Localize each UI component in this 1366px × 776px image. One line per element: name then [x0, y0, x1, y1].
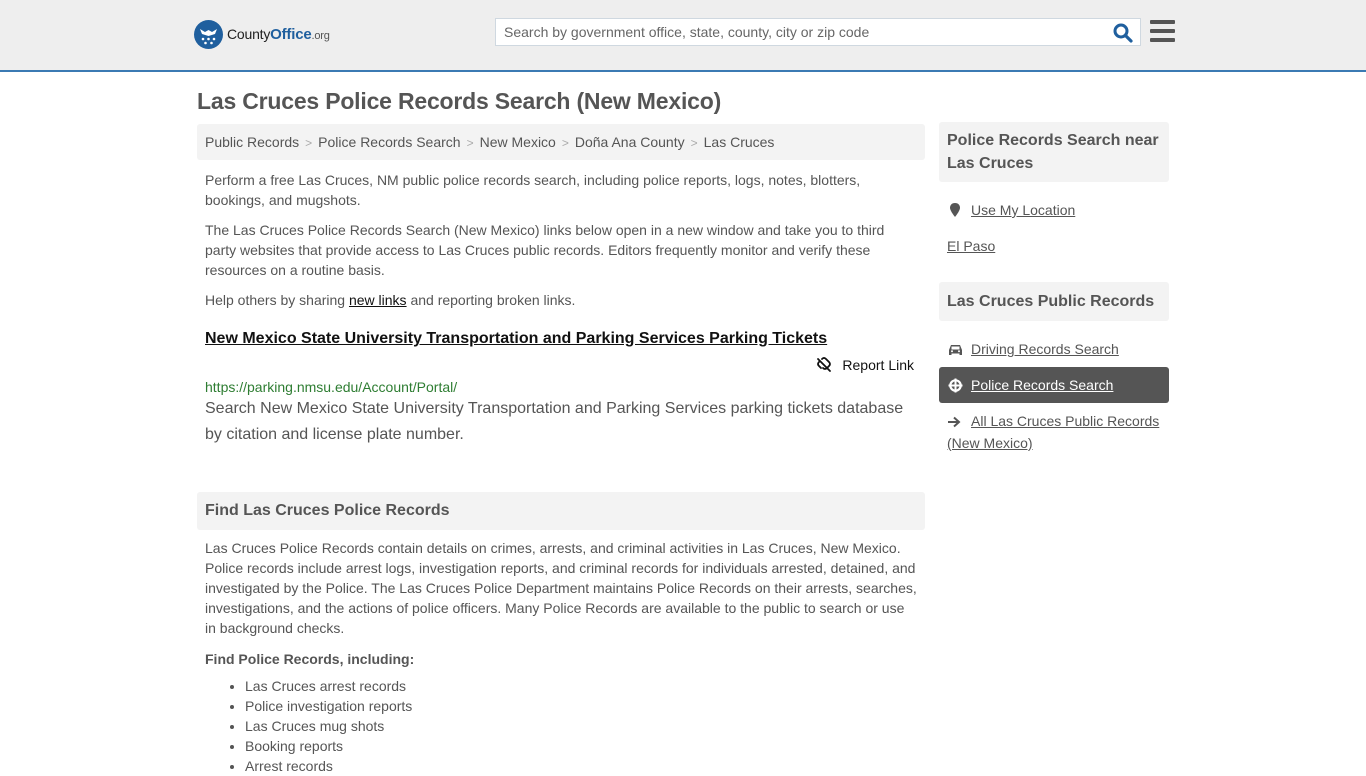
page-title: Las Cruces Police Records Search (New Me…: [197, 88, 722, 114]
list-item: Las Cruces arrest records: [245, 676, 917, 696]
breadcrumb-separator: >: [561, 136, 569, 150]
list-item: Booking reports: [245, 736, 917, 756]
menu-bar: [1150, 38, 1175, 42]
list-item: Arrest records: [245, 756, 917, 776]
intro-paragraph-3: Help others by sharing new links and rep…: [205, 292, 576, 308]
nearby-heading: Police Records Search near Las Cruces: [939, 122, 1169, 182]
breadcrumb-separator: >: [466, 136, 474, 150]
arrow-right-icon: [947, 413, 963, 433]
find-section-subheading: Find Police Records, including:: [205, 651, 415, 667]
result-item: New Mexico State University Transportati…: [197, 330, 925, 448]
use-my-location-link[interactable]: Use My Location: [971, 202, 1075, 218]
sidebar-item-driving-records[interactable]: Driving Records Search: [939, 339, 1169, 359]
new-links-link[interactable]: new links: [349, 292, 407, 308]
records-list: Las Cruces arrest records Police investi…: [205, 676, 917, 776]
driving-records-link[interactable]: Driving Records Search: [971, 341, 1119, 357]
breadcrumb: Public Records > Police Records Search > New…: [197, 124, 925, 160]
hamburger-menu-button[interactable]: [1150, 20, 1175, 42]
public-records-heading: Las Cruces Public Records: [939, 282, 1169, 321]
intro: Perform a free Las Cruces, NM public pol…: [197, 170, 925, 310]
main-content: Public Records > Police Records Search > New…: [197, 124, 925, 776]
el-paso-link[interactable]: El Paso: [947, 238, 995, 254]
broken-link-icon: [817, 357, 832, 372]
result-description: Search New Mexico State University Trans…: [205, 400, 904, 443]
menu-bar: [1150, 20, 1175, 24]
result-url[interactable]: https://parking.nmsu.edu/Account/Portal/: [205, 379, 917, 395]
breadcrumb-separator: >: [305, 136, 313, 150]
search-box: [495, 18, 1141, 46]
menu-bar: [1150, 29, 1175, 33]
list-item: Las Cruces mug shots: [245, 716, 917, 736]
breadcrumb-separator: >: [690, 136, 698, 150]
site-logo[interactable]: CountyOffice.org: [194, 20, 330, 49]
crosshair-icon: [947, 377, 963, 393]
list-item: Police investigation reports: [245, 696, 917, 716]
sidebar: Police Records Search near Las Cruces Us…: [939, 122, 1169, 453]
car-icon: [947, 341, 963, 357]
sidebar-item-all-records[interactable]: All Las Cruces Public Records (New Mexic…: [939, 411, 1169, 453]
logo-eagle-icon: [194, 20, 223, 49]
find-section-heading: Find Las Cruces Police Records: [197, 492, 925, 530]
breadcrumb-police-records-search[interactable]: Police Records Search: [318, 134, 460, 150]
nearby-place: El Paso: [939, 236, 1169, 256]
search-icon: [1113, 23, 1133, 43]
breadcrumb-new-mexico[interactable]: New Mexico: [480, 134, 556, 150]
all-public-records-link[interactable]: All Las Cruces Public Records (New Mexic…: [947, 413, 1159, 451]
search-button[interactable]: [1112, 22, 1134, 44]
logo-text: CountyOffice.org: [227, 26, 330, 43]
intro-paragraph-1: Perform a free Las Cruces, NM public pol…: [205, 172, 861, 208]
search-input[interactable]: [496, 19, 1096, 45]
breadcrumb-public-records[interactable]: Public Records: [205, 134, 299, 150]
sidebar-item-police-records[interactable]: Police Records Search: [939, 367, 1169, 403]
breadcrumb-las-cruces[interactable]: Las Cruces: [704, 134, 775, 150]
intro-paragraph-2: The Las Cruces Police Records Search (Ne…: [205, 222, 885, 278]
police-records-link[interactable]: Police Records Search: [971, 377, 1113, 393]
breadcrumb-dona-ana-county[interactable]: Doña Ana County: [575, 134, 685, 150]
find-section-body: Las Cruces Police Records contain detail…: [205, 540, 917, 636]
use-location-item[interactable]: Use My Location: [939, 200, 1169, 220]
result-title-link[interactable]: New Mexico State University Transportati…: [205, 330, 917, 348]
map-pin-icon: [947, 202, 963, 218]
report-link-button[interactable]: Report Link: [816, 357, 917, 373]
top-header: CountyOffice.org: [0, 0, 1366, 72]
find-section: Las Cruces Police Records contain detail…: [197, 538, 925, 776]
